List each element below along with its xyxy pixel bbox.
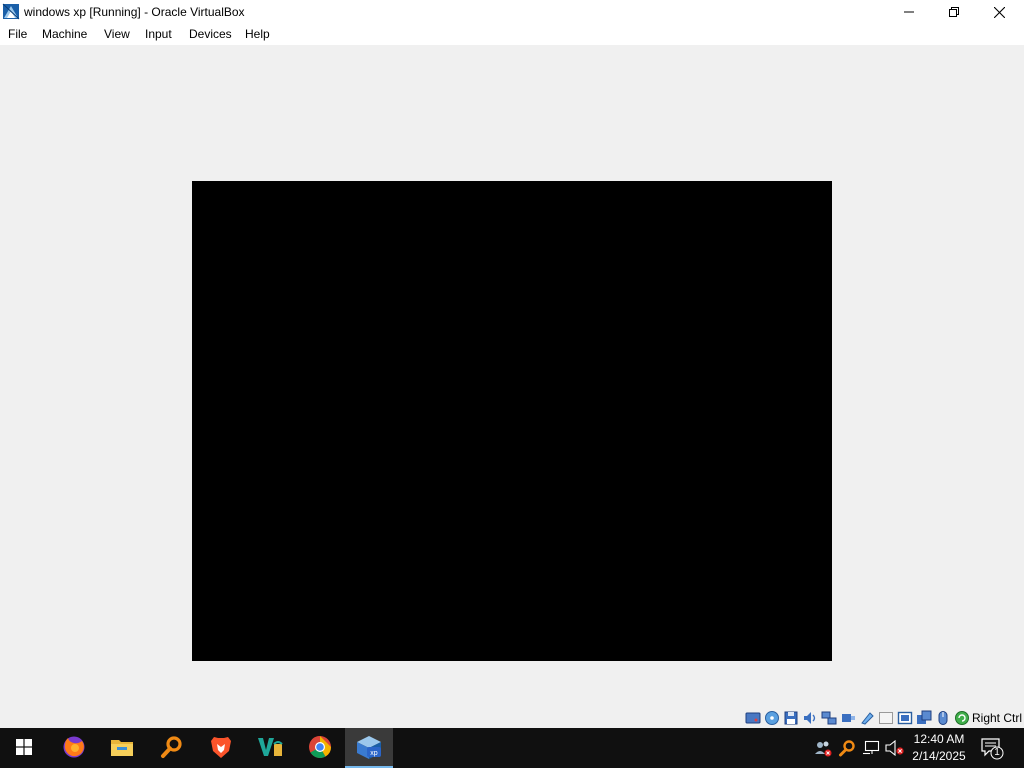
search-tray-icon[interactable] <box>837 738 857 758</box>
taskbar: xp 12:40 AM 2/14/2025 1 <box>0 728 1024 768</box>
menu-input[interactable]: Input <box>145 27 172 42</box>
virtualbox-xp-icon: xp <box>355 734 383 763</box>
menu-machine[interactable]: Machine <box>42 27 87 42</box>
network-icon[interactable] <box>820 710 838 726</box>
minimize-icon <box>904 7 914 17</box>
taskbar-brave[interactable] <box>197 728 245 768</box>
hard-disk-icon[interactable] <box>744 710 762 726</box>
vs-app-icon <box>257 735 283 762</box>
system-clock[interactable]: 12:40 AM 2/14/2025 <box>906 731 972 765</box>
taskbar-virtualbox[interactable]: xp <box>345 728 393 768</box>
shared-folders-icon[interactable] <box>858 710 876 726</box>
display-icon[interactable] <box>877 710 895 726</box>
taskbar-vs-app[interactable] <box>246 728 294 768</box>
restore-button[interactable] <box>931 0 977 24</box>
virtualbox-window: windows xp [Running] - Oracle VirtualBox <box>0 0 1024 728</box>
vm-content-area <box>0 45 1024 708</box>
device-indicators <box>744 710 971 726</box>
optical-drive-icon[interactable] <box>763 710 781 726</box>
menu-bar: File Machine View Input Devices Help <box>0 24 1024 45</box>
network-tray-icon[interactable] <box>861 738 881 758</box>
virtualbox-icon[interactable] <box>2 3 20 20</box>
volume-muted-icon[interactable] <box>885 738 905 758</box>
taskbar-search-app[interactable] <box>148 728 196 768</box>
close-icon <box>993 6 1005 18</box>
keyboard-capture-icon[interactable] <box>953 710 971 726</box>
virtualization-icon[interactable] <box>915 710 933 726</box>
mouse-integration-icon[interactable] <box>934 710 952 726</box>
taskbar-firefox[interactable] <box>50 728 98 768</box>
menu-file[interactable]: File <box>8 27 27 42</box>
menu-devices[interactable]: Devices <box>189 27 232 42</box>
start-button[interactable] <box>0 728 48 768</box>
file-explorer-icon <box>110 736 134 761</box>
brave-browser-icon <box>210 735 232 762</box>
floppy-icon[interactable] <box>782 710 800 726</box>
host-key-label: Right Ctrl <box>972 711 1023 725</box>
close-button[interactable] <box>976 0 1022 24</box>
windows-start-icon <box>16 738 32 758</box>
restore-icon <box>949 7 959 17</box>
firefox-icon <box>62 735 86 762</box>
notification-count: 1 <box>994 747 1000 758</box>
usb-icon[interactable] <box>839 710 857 726</box>
minimize-button[interactable] <box>886 0 932 24</box>
svg-text:xp: xp <box>370 750 378 757</box>
clock-time: 12:40 AM <box>913 732 965 746</box>
chrome-icon <box>308 735 332 762</box>
menu-help[interactable]: Help <box>245 27 270 42</box>
action-center-button[interactable]: 1 <box>980 736 1006 760</box>
window-title: windows xp [Running] - Oracle VirtualBox <box>24 5 245 19</box>
audio-icon[interactable] <box>801 710 819 726</box>
status-bar: Right Ctrl <box>0 708 1024 728</box>
people-tray-icon[interactable] <box>813 738 833 758</box>
title-bar[interactable]: windows xp [Running] - Oracle VirtualBox <box>0 0 1024 24</box>
taskbar-chrome[interactable] <box>296 728 344 768</box>
clock-date: 2/14/2025 <box>912 749 966 763</box>
taskbar-file-explorer[interactable] <box>98 728 146 768</box>
search-magnifier-app-icon <box>160 735 184 762</box>
recording-icon[interactable] <box>896 710 914 726</box>
vm-display[interactable] <box>192 181 832 661</box>
menu-view[interactable]: View <box>104 27 130 42</box>
